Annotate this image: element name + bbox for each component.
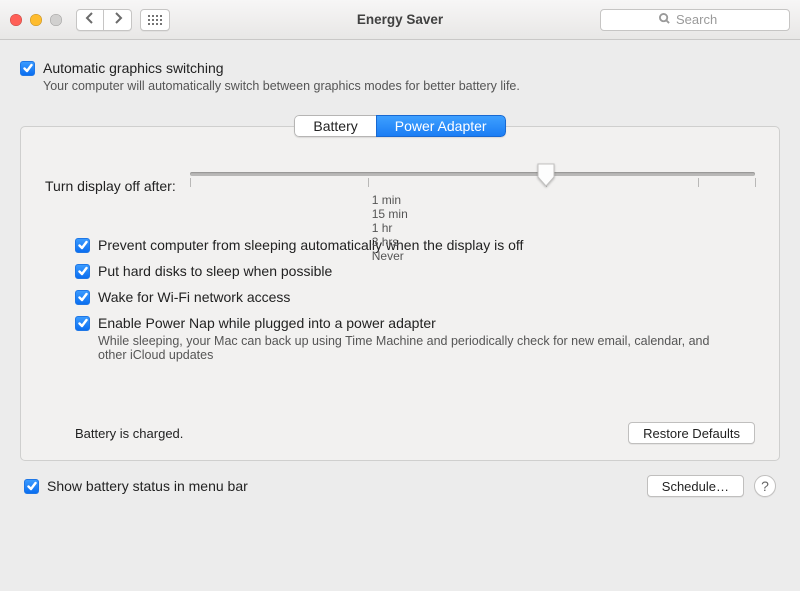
close-window-button[interactable] [10, 14, 22, 26]
hard-disks-label: Put hard disks to sleep when possible [98, 263, 332, 279]
prevent-sleep-checkbox[interactable] [75, 238, 90, 253]
automatic-graphics-row: Automatic graphics switching [20, 60, 780, 76]
tab-power-adapter[interactable]: Power Adapter [376, 115, 506, 137]
power-source-tabs: Battery Power Adapter [20, 115, 780, 137]
search-icon [659, 12, 670, 27]
menubar-status-label: Show battery status in menu bar [47, 478, 248, 494]
zoom-window-button[interactable] [50, 14, 62, 26]
checkmark-icon [78, 264, 88, 279]
search-field[interactable] [600, 9, 790, 31]
forward-button[interactable] [104, 9, 132, 31]
tick-1hr: 1 hr [372, 221, 755, 235]
checkmark-icon [78, 316, 88, 331]
checkmark-icon [78, 290, 88, 305]
automatic-graphics-checkbox[interactable] [20, 61, 35, 76]
settings-panel: Turn display off after: 1 m [20, 126, 780, 461]
tick-3hrs: 3 hrs [372, 235, 755, 249]
power-nap-description: While sleeping, your Mac can back up usi… [98, 334, 718, 362]
grid-icon [142, 11, 168, 29]
back-button[interactable] [76, 9, 104, 31]
menubar-status-checkbox[interactable] [24, 479, 39, 494]
slider-thumb[interactable] [537, 163, 555, 190]
checkmark-icon [78, 238, 88, 253]
show-all-button[interactable] [140, 9, 170, 31]
wake-wifi-checkbox[interactable] [75, 290, 90, 305]
checkmark-icon [23, 61, 33, 76]
display-sleep-slider[interactable] [190, 163, 755, 191]
wake-wifi-row: Wake for Wi-Fi network access [75, 289, 755, 305]
window-titlebar: Energy Saver [0, 0, 800, 40]
window-controls [10, 14, 62, 26]
chevron-right-icon [112, 12, 124, 27]
automatic-graphics-label: Automatic graphics switching [43, 60, 224, 76]
checkmark-icon [27, 479, 37, 494]
slider-tick-labels: 1 min 15 min 1 hr 3 hrs Never [190, 193, 755, 209]
chevron-left-icon [84, 12, 96, 27]
automatic-graphics-description: Your computer will automatically switch … [43, 79, 780, 93]
power-nap-row: Enable Power Nap while plugged into a po… [75, 315, 755, 362]
power-nap-checkbox[interactable] [75, 316, 90, 331]
tick-never: Never [372, 249, 755, 263]
wake-wifi-label: Wake for Wi-Fi network access [98, 289, 290, 305]
display-sleep-label: Turn display off after: [45, 178, 176, 194]
schedule-button[interactable]: Schedule… [647, 475, 744, 497]
nav-back-forward [76, 9, 132, 31]
help-button[interactable]: ? [754, 475, 776, 497]
minimize-window-button[interactable] [30, 14, 42, 26]
hard-disks-checkbox[interactable] [75, 264, 90, 279]
power-nap-label: Enable Power Nap while plugged into a po… [98, 315, 718, 331]
search-input[interactable] [676, 12, 731, 27]
battery-status: Battery is charged. [75, 426, 183, 441]
hard-disks-row: Put hard disks to sleep when possible [75, 263, 755, 279]
restore-defaults-button[interactable]: Restore Defaults [628, 422, 755, 444]
tick-15min: 15 min [372, 207, 755, 221]
tick-1min: 1 min [372, 193, 755, 207]
tab-battery[interactable]: Battery [294, 115, 375, 137]
